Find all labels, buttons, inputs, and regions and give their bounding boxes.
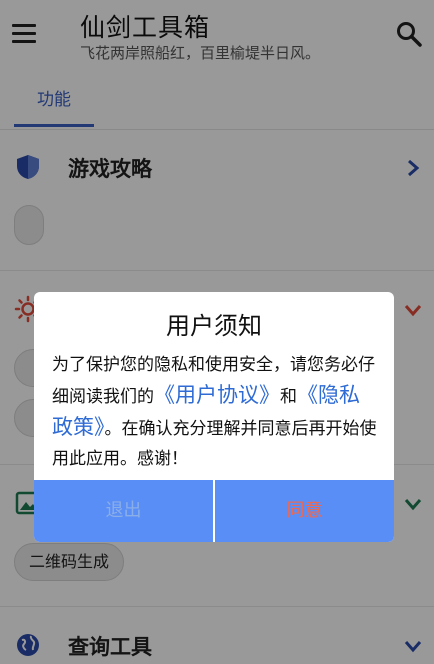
user-notice-dialog: 用户须知 为了保护您的隐私和使用安全，请您务必仔细阅读我们的《用户协议》和《隐私…	[34, 292, 394, 542]
exit-button[interactable]: 退出	[34, 480, 213, 542]
dialog-text: 和	[280, 387, 297, 407]
user-agreement-link[interactable]: 《用户协议》	[154, 383, 280, 407]
dialog-body: 为了保护您的隐私和使用安全，请您务必仔细阅读我们的《用户协议》和《隐私政策》。在…	[52, 350, 380, 474]
agree-button[interactable]: 同意	[215, 480, 394, 542]
dialog-title: 用户须知	[166, 312, 262, 340]
dialog-button-bar: 退出 同意	[34, 480, 394, 542]
